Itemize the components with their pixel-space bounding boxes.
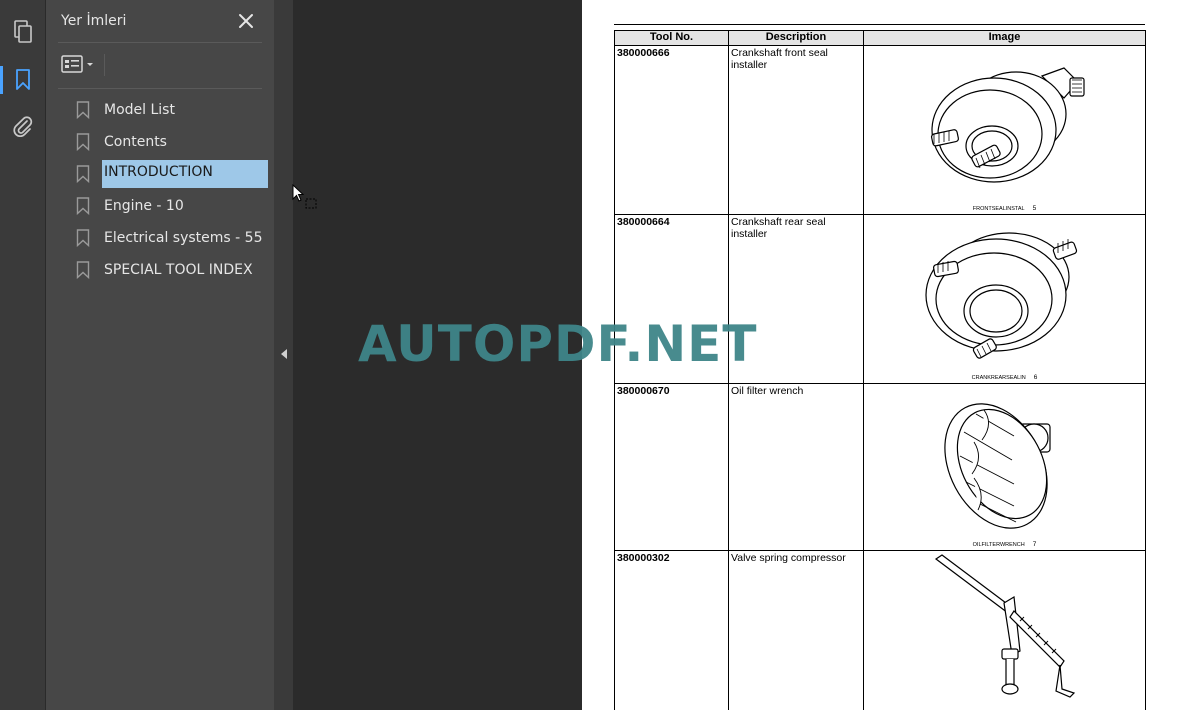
figure-caption: OILFILTERWRENCH 7 [864, 541, 1145, 548]
figure-number: 7 [1032, 541, 1037, 548]
figure-caption: CRANKREARSEALIN 6 [864, 374, 1145, 381]
figure-caption-text: FRONTSEALINSTAL [972, 206, 1025, 212]
tool-number: 380000302 [614, 550, 729, 710]
attachment-icon[interactable] [0, 106, 46, 146]
list-options-icon [61, 55, 93, 73]
bookmark-icon [76, 261, 90, 279]
figure-caption-text: CRANKREARSEALIN [971, 375, 1026, 381]
bookmark-item-introduction[interactable]: INTRODUCTION [76, 160, 276, 188]
bookmark-icon[interactable] [0, 60, 46, 100]
watermark-text: AUTOPDF.NET [358, 315, 758, 373]
valve-spring-compressor-drawing [934, 554, 1076, 698]
pages-icon[interactable] [0, 12, 46, 52]
figure-number: 6 [1033, 374, 1038, 381]
column-header: Image [863, 30, 1146, 46]
tool-description: Oil filter wrench [728, 383, 864, 551]
bookmark-label: INTRODUCTION [102, 160, 268, 188]
table-row: 380000302 Valve spring compressor [614, 550, 1146, 710]
table-row: 380000670 Oil filter wrench OILFILTERWRE… [614, 383, 1146, 551]
cursor-icon [292, 184, 317, 209]
pdf-reader-window: Yer İmleri Model List Contents INTRODUCT… [0, 0, 1200, 710]
column-header: Tool No. [614, 30, 729, 46]
panel-splitter[interactable] [274, 0, 293, 710]
bookmark-item-engine[interactable]: Engine - 10 [76, 192, 276, 220]
bookmark-item-electrical-systems[interactable]: Electrical systems - 55 [76, 224, 276, 252]
tool-number: 380000666 [614, 45, 729, 215]
table-header-row: Tool No. Description Image [614, 30, 1146, 46]
divider [58, 88, 262, 89]
figure-caption-text: OILFILTERWRENCH [972, 542, 1025, 548]
tool-description: Crankshaft front seal installer [728, 45, 864, 215]
bookmark-options-button[interactable] [60, 52, 100, 78]
front-seal-installer-drawing [930, 67, 1085, 183]
panel-title: Yer İmleri [61, 13, 127, 29]
column-header: Description [728, 30, 864, 46]
tool-image-cell [863, 550, 1146, 710]
tool-rail [0, 0, 46, 710]
bookmark-icon [76, 165, 90, 183]
oil-filter-wrench-drawing [944, 403, 1051, 529]
bookmark-icon [76, 101, 90, 119]
tool-image-cell: CRANKREARSEALIN 6 [863, 214, 1146, 384]
close-icon [239, 14, 253, 28]
collapse-panel-icon[interactable] [281, 349, 287, 359]
tool-description: Valve spring compressor [728, 550, 864, 710]
bookmark-icon [76, 197, 90, 215]
divider [104, 54, 105, 76]
bookmark-label: SPECIAL TOOL INDEX [104, 262, 253, 278]
header-rule [614, 24, 1145, 25]
figure-caption: FRONTSEALINSTAL 5 [864, 205, 1145, 212]
bookmark-item-contents[interactable]: Contents [76, 128, 276, 156]
divider [58, 42, 262, 43]
bookmark-item-special-tool-index[interactable]: SPECIAL TOOL INDEX [76, 256, 276, 284]
bookmark-icon [76, 229, 90, 247]
tool-number: 380000670 [614, 383, 729, 551]
tool-image-cell: OILFILTERWRENCH 7 [863, 383, 1146, 551]
bookmark-label: Model List [104, 102, 175, 118]
bookmarks-panel: Yer İmleri Model List Contents INTRODUCT… [46, 0, 274, 710]
bookmark-icon [76, 133, 90, 151]
figure-number: 5 [1032, 205, 1037, 212]
bookmark-item-model-list[interactable]: Model List [76, 96, 276, 124]
table-row: 380000666 Crankshaft front seal installe… [614, 45, 1146, 215]
bookmark-label: Contents [104, 134, 167, 150]
tool-image-cell: FRONTSEALINSTAL 5 [863, 45, 1146, 215]
close-panel-button[interactable] [236, 11, 256, 31]
bookmark-label: Electrical systems - 55 [104, 230, 263, 246]
bookmark-label: Engine - 10 [104, 198, 184, 214]
rear-seal-installer-drawing [925, 232, 1078, 359]
